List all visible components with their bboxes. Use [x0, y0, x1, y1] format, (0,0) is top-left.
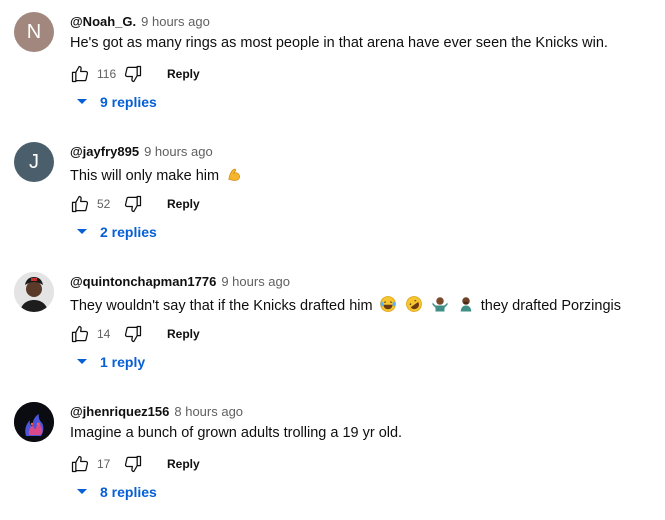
- like-button[interactable]: [68, 452, 92, 476]
- like-count: 17: [97, 457, 111, 471]
- caret-down-icon: [77, 359, 87, 364]
- reply-button[interactable]: Reply: [167, 457, 200, 471]
- caret-down-icon: [77, 99, 87, 104]
- person-shrugging-emoji: [432, 297, 448, 312]
- replies-label: 9 replies: [100, 94, 157, 110]
- like-count: 14: [97, 327, 111, 341]
- replies-label: 8 replies: [100, 484, 157, 500]
- comment-actions: 52 Reply: [68, 192, 200, 216]
- timestamp[interactable]: 8 hours ago: [174, 404, 243, 419]
- like-button[interactable]: [68, 322, 92, 346]
- dislike-button[interactable]: [121, 192, 145, 216]
- caret-down-icon: [77, 229, 87, 234]
- timestamp[interactable]: 9 hours ago: [221, 274, 290, 289]
- thumbs-down-icon: [124, 325, 142, 343]
- view-replies-button[interactable]: 8 replies: [76, 484, 157, 500]
- comment-thread: J @jayfry895 9 hours ago This will only m…: [0, 130, 665, 260]
- reply-button[interactable]: Reply: [167, 67, 200, 81]
- comment-actions: 116 Reply: [68, 62, 200, 86]
- user-photo-icon: [14, 402, 54, 442]
- reply-button[interactable]: Reply: [167, 327, 200, 341]
- tears-of-joy-emoji: [379, 296, 396, 312]
- thumbs-up-icon: [71, 65, 89, 83]
- author-name[interactable]: @jhenriquez156: [70, 404, 169, 419]
- thumbs-down-icon: [124, 65, 142, 83]
- reply-button[interactable]: Reply: [167, 197, 200, 211]
- caret-down-icon: [77, 489, 87, 494]
- replies-label: 2 replies: [100, 224, 157, 240]
- comment-thread: @quintonchapman1776 9 hours ago They woul…: [0, 260, 665, 390]
- comment-actions: 17 Reply: [68, 452, 200, 476]
- flexed-biceps-emoji: [228, 168, 241, 181]
- comment-text: This will only make him: [70, 165, 245, 184]
- avatar[interactable]: J: [14, 142, 54, 182]
- thumbs-up-icon: [71, 455, 89, 473]
- author-name[interactable]: @quintonchapman1776: [70, 274, 216, 289]
- view-replies-button[interactable]: 9 replies: [76, 94, 157, 110]
- thumbs-down-icon: [124, 195, 142, 213]
- comment-header: @Noah_G. 9 hours ago: [70, 14, 210, 29]
- comment-text: They wouldn't say that if the Knicks dra…: [70, 295, 621, 314]
- dislike-button[interactable]: [121, 62, 145, 86]
- author-name[interactable]: @Noah_G.: [70, 14, 136, 29]
- avatar[interactable]: [14, 402, 54, 442]
- timestamp[interactable]: 9 hours ago: [144, 144, 213, 159]
- comment-text: He's got as many rings as most people in…: [70, 35, 608, 51]
- man-facepalming-emoji: [460, 297, 471, 312]
- thumbs-up-icon: [71, 195, 89, 213]
- like-button[interactable]: [68, 192, 92, 216]
- replies-label: 1 reply: [100, 354, 146, 370]
- dislike-button[interactable]: [121, 322, 145, 346]
- avatar[interactable]: N: [14, 12, 54, 52]
- dislike-button[interactable]: [121, 452, 145, 476]
- comment-header: @jhenriquez156 8 hours ago: [70, 404, 243, 419]
- thumbs-up-icon: [71, 325, 89, 343]
- comment-text: Imagine a bunch of grown adults trolling…: [70, 425, 403, 441]
- user-photo-icon: [14, 272, 54, 312]
- like-count: 52: [97, 197, 111, 211]
- comment-actions: 14 Reply: [68, 322, 200, 346]
- timestamp[interactable]: 9 hours ago: [141, 14, 210, 29]
- like-button[interactable]: [68, 62, 92, 86]
- like-count: 116: [97, 67, 117, 81]
- comment-header: @quintonchapman1776 9 hours ago: [70, 274, 290, 289]
- view-replies-button[interactable]: 2 replies: [76, 224, 157, 240]
- comment-header: @jayfry895 9 hours ago: [70, 144, 213, 159]
- avatar[interactable]: [14, 272, 54, 312]
- author-name[interactable]: @jayfry895: [70, 144, 139, 159]
- comment-thread: N @Noah_G. 9 hours ago He's got as many r…: [0, 0, 665, 130]
- rolling-laughing-emoji: [405, 296, 422, 312]
- view-replies-button[interactable]: 1 reply: [76, 354, 145, 370]
- thumbs-down-icon: [124, 455, 142, 473]
- comment-thread: @jhenriquez156 8 hours ago Imagine a bunc…: [0, 390, 665, 520]
